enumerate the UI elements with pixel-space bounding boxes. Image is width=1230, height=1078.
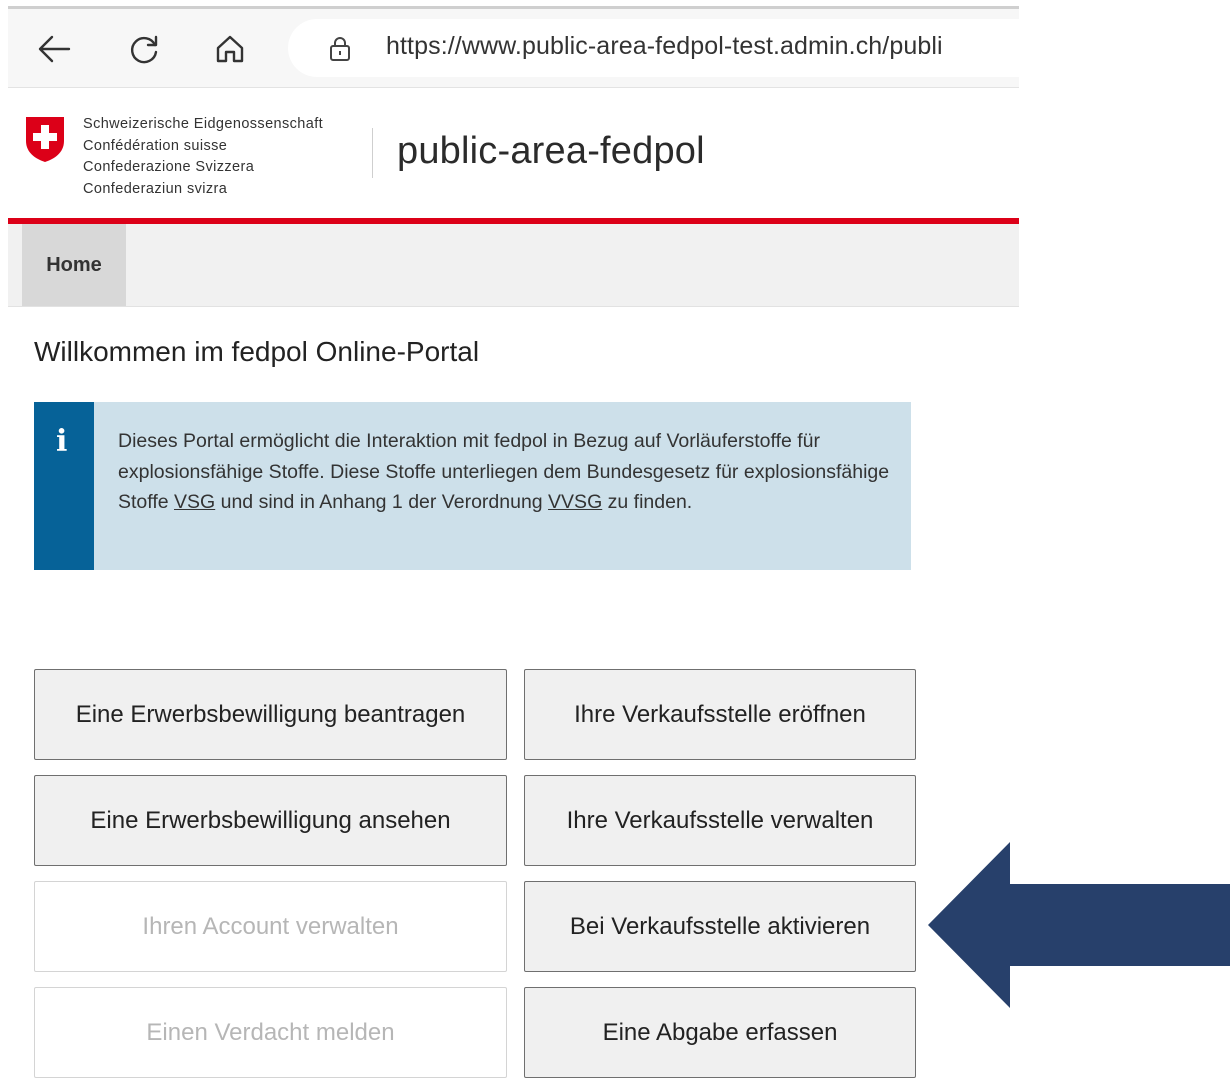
vvsg-link[interactable]: VVSG xyxy=(548,491,602,513)
info-text-part-3: zu finden. xyxy=(602,491,693,513)
refresh-button[interactable] xyxy=(122,27,166,71)
nav-item-home[interactable]: Home xyxy=(22,224,126,306)
view-permit-button[interactable]: Eine Erwerbsbewilligung ansehen xyxy=(34,775,507,866)
annotation-arrow-icon xyxy=(928,842,1230,1013)
arrow-left-icon xyxy=(38,35,71,63)
vsg-link[interactable]: VSG xyxy=(174,491,215,513)
info-text: Dieses Portal ermöglicht die Interaktion… xyxy=(118,426,898,518)
confederation-line-it: Confederazione Svizzera xyxy=(83,159,255,175)
header-divider xyxy=(372,128,373,178)
confederation-line-de: Schweizerische Eidgenossenschaft xyxy=(83,116,324,132)
confederation-line-fr: Confédération suisse xyxy=(83,137,228,154)
address-bar[interactable]: https://www.public-area-fedpol-test.admi… xyxy=(288,19,1019,77)
info-box: i Dieses Portal ermöglicht die Interakti… xyxy=(34,402,911,570)
back-button[interactable] xyxy=(32,27,76,71)
activate-at-outlet-button[interactable]: Bei Verkaufsstelle aktivieren xyxy=(524,881,916,972)
home-icon xyxy=(216,35,244,63)
lock-icon xyxy=(328,36,352,67)
browser-toolbar: https://www.public-area-fedpol-test.admi… xyxy=(8,9,1019,88)
refresh-icon xyxy=(131,35,158,64)
browser-chrome: https://www.public-area-fedpol-test.admi… xyxy=(0,0,1019,100)
main-nav xyxy=(8,224,1019,307)
manage-account-button: Ihren Account verwalten xyxy=(34,881,507,972)
record-sale-button[interactable]: Eine Abgabe erfassen xyxy=(524,987,916,1078)
url-text[interactable]: https://www.public-area-fedpol-test.admi… xyxy=(386,32,943,61)
home-browser-button[interactable] xyxy=(208,27,252,71)
page-title: Willkommen im fedpol Online-Portal xyxy=(34,336,480,367)
apply-permit-button[interactable]: Eine Erwerbsbewilligung beantragen xyxy=(34,669,507,760)
swiss-cross-logo xyxy=(24,115,66,168)
report-suspicion-button: Einen Verdacht melden xyxy=(34,987,507,1078)
confederation-names: Schweizerische Eidgenossenschaft Confédé… xyxy=(83,114,323,200)
confederation-line-rm: Confederaziun svizra xyxy=(83,180,228,197)
info-icon: i xyxy=(56,424,68,459)
site-title[interactable]: public-area-fedpol xyxy=(397,130,705,173)
open-outlet-button[interactable]: Ihre Verkaufsstelle eröffnen xyxy=(524,669,916,760)
info-text-part-2: und sind in Anhang 1 der Verordnung xyxy=(215,491,549,513)
info-stripe: i xyxy=(34,402,94,570)
manage-outlet-button[interactable]: Ihre Verkaufsstelle verwalten xyxy=(524,775,916,866)
